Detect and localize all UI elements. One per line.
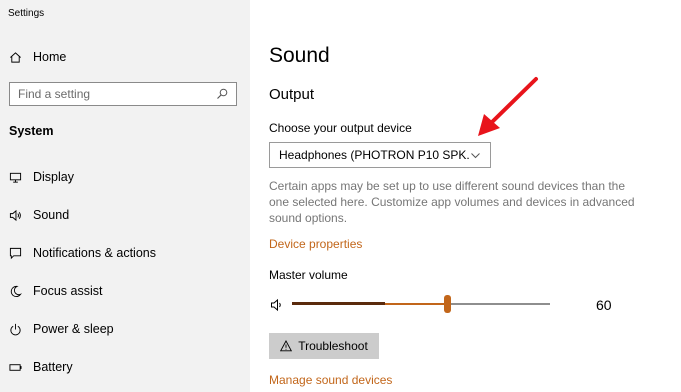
main-content: Sound Output Choose your output device H… [250, 0, 681, 392]
home-icon [8, 50, 22, 64]
slider-fill-shadow [292, 302, 385, 305]
search-icon[interactable] [216, 88, 228, 100]
manage-sound-devices-link[interactable]: Manage sound devices [269, 373, 392, 387]
section-title-output: Output [269, 86, 315, 103]
sidebar: Settings Home System Display Sound Notif… [0, 0, 250, 392]
search-box[interactable] [9, 82, 237, 106]
sidebar-item-sound[interactable]: Sound [0, 198, 250, 232]
output-device-dropdown[interactable]: Headphones (PHOTRON P10 SPK... [269, 142, 491, 168]
output-help-text: Certain apps may be set up to use differ… [269, 179, 635, 225]
power-icon [8, 322, 22, 336]
sidebar-item-power-sleep[interactable]: Power & sleep [0, 312, 250, 346]
sidebar-item-label: Battery [33, 360, 73, 374]
sidebar-item-home[interactable]: Home [0, 40, 250, 74]
notification-icon [8, 246, 22, 260]
troubleshoot-label: Troubleshoot [298, 339, 368, 353]
moon-icon [8, 284, 22, 298]
annotation-arrow [478, 77, 538, 136]
slider-thumb[interactable] [443, 295, 451, 313]
search-input[interactable] [18, 87, 208, 101]
device-properties-link[interactable]: Device properties [269, 237, 362, 251]
sidebar-item-label: Sound [33, 208, 70, 222]
sidebar-item-display[interactable]: Display [0, 160, 250, 194]
sidebar-item-label: Power & sleep [33, 322, 114, 336]
chevron-down-icon [470, 150, 481, 161]
output-device-label: Choose your output device [269, 121, 412, 135]
page-title: Sound [269, 44, 330, 67]
display-icon [8, 170, 22, 184]
section-label-system: System [9, 124, 54, 138]
sidebar-item-label: Display [33, 170, 74, 184]
master-volume-label: Master volume [269, 268, 348, 282]
battery-icon [8, 360, 22, 374]
speaker-icon[interactable] [270, 298, 284, 312]
sidebar-item-label: Home [33, 50, 67, 64]
output-device-value: Headphones (PHOTRON P10 SPK... [279, 148, 470, 162]
volume-value: 60 [596, 297, 612, 313]
sidebar-item-focus-assist[interactable]: Focus assist [0, 274, 250, 308]
master-volume-slider[interactable] [292, 295, 550, 313]
speaker-icon [8, 208, 22, 222]
warning-icon [280, 340, 293, 352]
troubleshoot-button[interactable]: Troubleshoot [269, 333, 379, 359]
sidebar-item-battery[interactable]: Battery [0, 350, 250, 384]
sidebar-item-label: Focus assist [33, 284, 103, 298]
app-title: Settings [8, 8, 45, 19]
sidebar-item-notifications[interactable]: Notifications & actions [0, 236, 250, 270]
sidebar-item-label: Notifications & actions [33, 246, 156, 260]
